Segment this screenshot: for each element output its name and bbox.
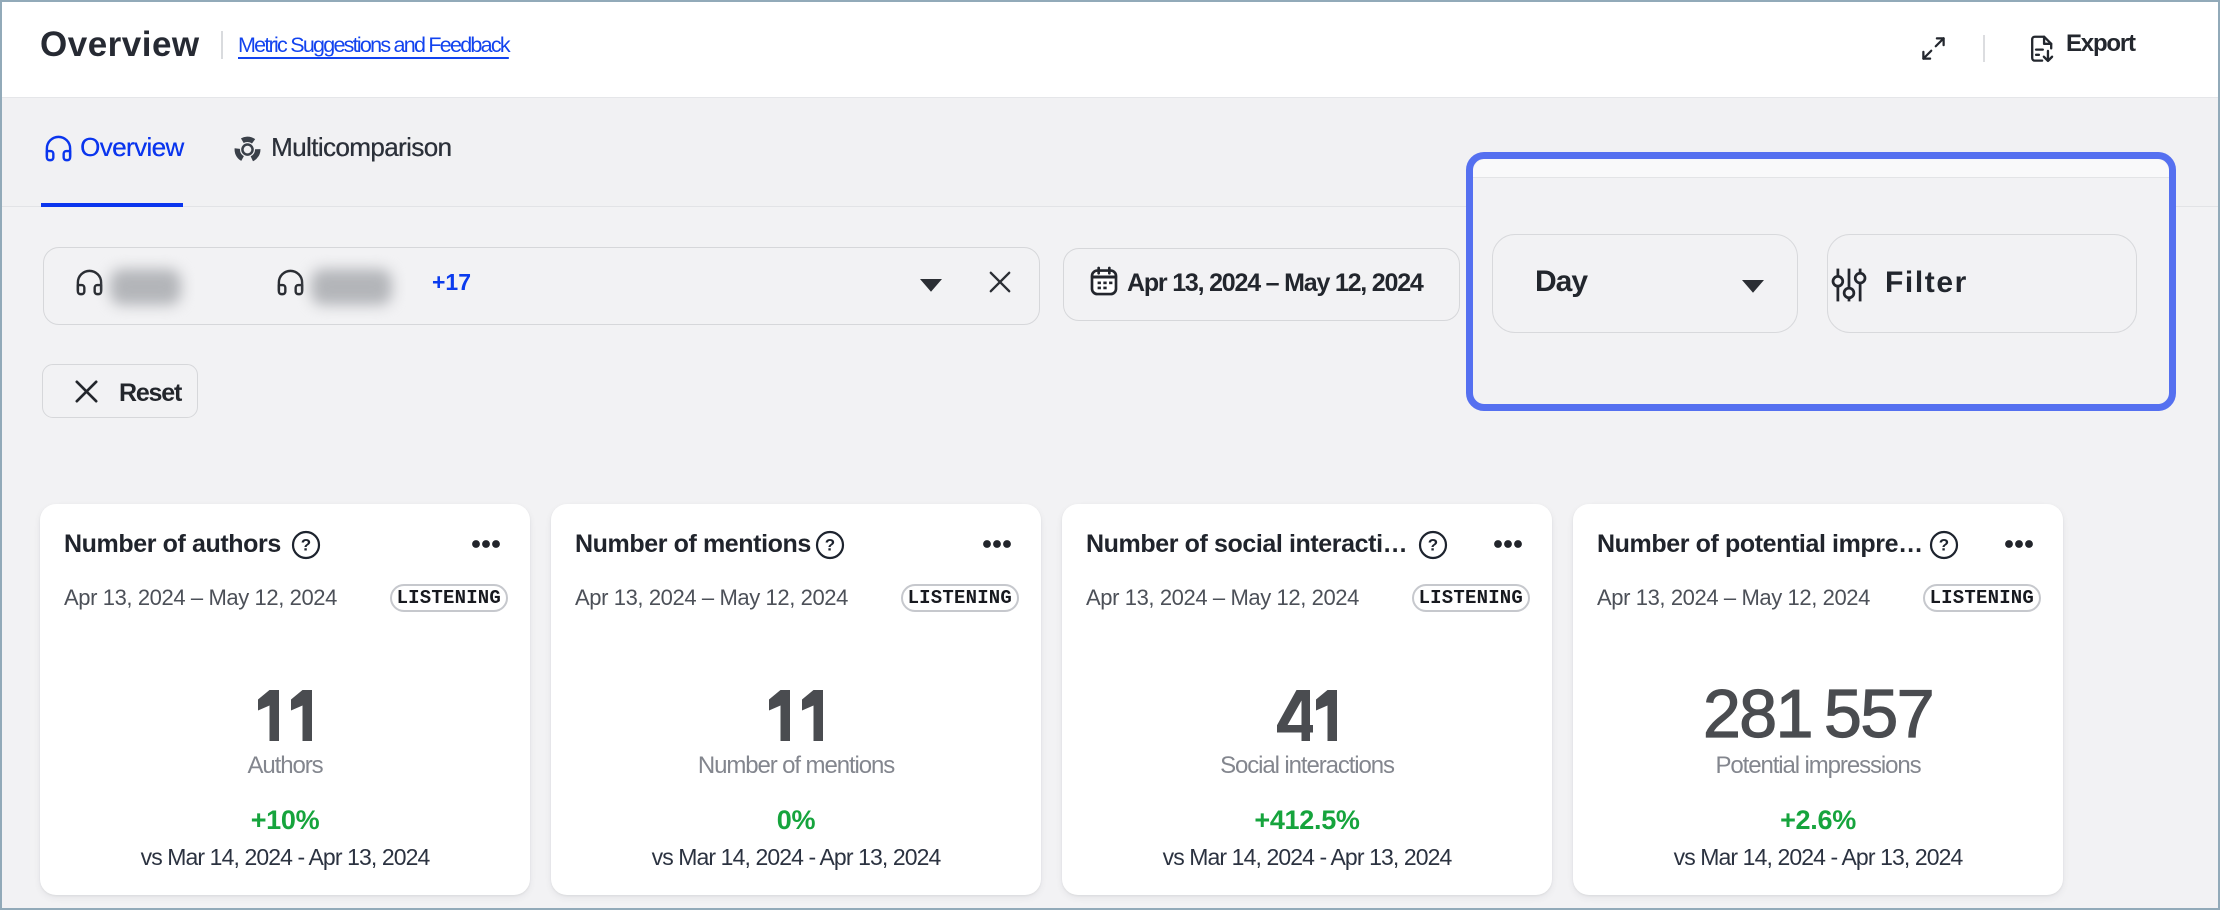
svg-text:?: ? <box>1428 536 1438 555</box>
svg-text:?: ? <box>825 536 835 555</box>
svg-text:?: ? <box>301 536 311 555</box>
svg-text:?: ? <box>1939 536 1949 555</box>
